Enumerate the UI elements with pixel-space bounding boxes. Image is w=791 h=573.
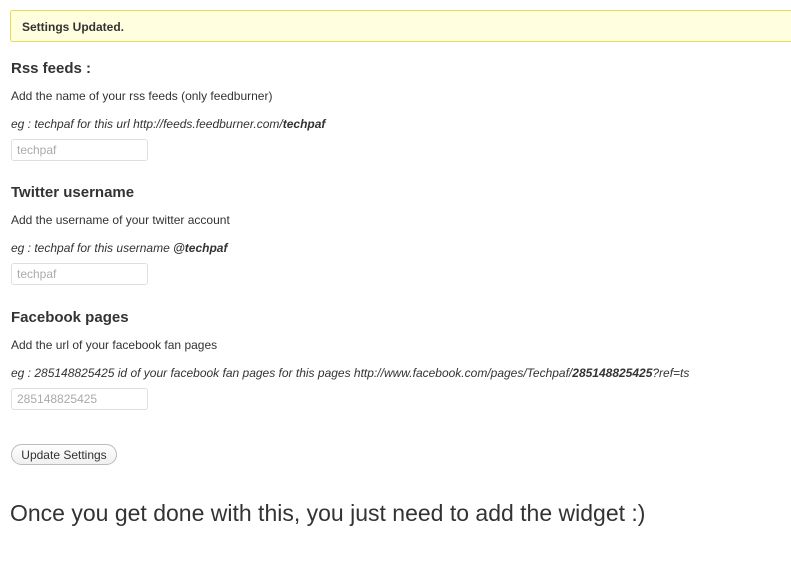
section-example: eg : techpaf for this url http://feeds.f… [11,117,325,131]
section-example: eg : 285148825425 id of your facebook fa… [11,366,689,380]
rss-feed-input[interactable] [11,139,148,161]
section-example: eg : techpaf for this username @techpaf [11,241,227,255]
section-title: Twitter username [11,184,135,201]
example-bold: @techpaf [173,241,228,255]
section-description: Add the name of your rss feeds (only fee… [11,89,273,103]
example-text: eg : techpaf for this url http://feeds.f… [11,117,283,131]
example-text: eg : 285148825425 id of your facebook fa… [11,366,573,380]
footer-message: Once you get done with this, you just ne… [10,500,646,526]
section-description: Add the username of your twitter account [11,213,230,227]
notice-text: Settings Updated. [22,20,125,34]
facebook-page-input[interactable] [11,388,148,410]
example-suffix: ?ref=ts [652,366,690,380]
section-title: Rss feeds : [11,60,92,77]
section-description: Add the url of your facebook fan pages [11,338,218,352]
example-text: eg : techpaf for this username [11,241,174,255]
example-bold: 285148825425 [572,366,653,380]
section-title: Facebook pages [11,309,129,326]
settings-updated-notice: Settings Updated. [10,10,791,42]
example-bold: techpaf [282,117,326,131]
update-settings-button[interactable]: Update Settings [11,444,117,465]
twitter-username-input[interactable] [11,263,148,285]
